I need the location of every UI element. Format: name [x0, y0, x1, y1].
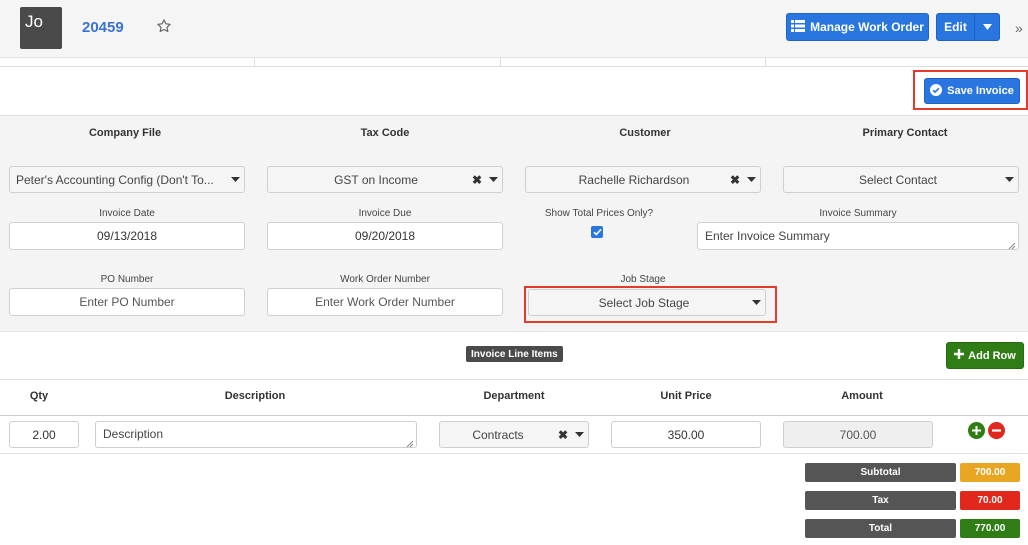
total-value: 770.00 — [960, 519, 1020, 538]
remove-line-button[interactable] — [988, 422, 1005, 439]
add-line-button[interactable] — [968, 422, 985, 439]
tax-code-value: GST on Income — [334, 172, 418, 187]
star-icon[interactable] — [156, 18, 172, 34]
customer-heading: Customer — [619, 127, 671, 139]
invoice-summary-textarea[interactable]: Enter Invoice Summary — [697, 222, 1019, 250]
show-total-prices-label: Show Total Prices Only? — [544, 208, 654, 219]
avatar: Jo — [20, 7, 62, 49]
caret-down-icon — [226, 177, 244, 182]
customer-value: Rachelle Richardson — [578, 172, 690, 187]
subtotal-value: 700.00 — [960, 463, 1020, 482]
show-total-prices-checkbox[interactable] — [591, 226, 603, 238]
caret-down-icon — [742, 177, 760, 182]
invoice-due-input[interactable]: 09/20/2018 — [267, 222, 503, 250]
list-icon — [791, 19, 806, 35]
resize-grip-icon[interactable] — [1008, 239, 1016, 250]
column-header-amount: Amount — [841, 390, 883, 402]
column-header-description: Description — [224, 390, 286, 402]
edit-button-group[interactable]: Edit — [936, 13, 1000, 41]
caret-down-icon — [570, 432, 588, 437]
tax-code-heading: Tax Code — [360, 127, 410, 139]
manage-work-order-button[interactable]: Manage Work Order — [786, 13, 929, 41]
resize-grip-icon[interactable] — [406, 437, 414, 448]
subtotal-label: Subtotal — [805, 463, 956, 482]
column-header-department: Department — [483, 390, 545, 402]
tax-code-select[interactable]: GST on Income ✖ — [267, 166, 503, 193]
primary-contact-heading: Primary Contact — [862, 127, 948, 139]
column-header-qty: Qty — [29, 390, 49, 402]
clear-icon[interactable]: ✖ — [556, 428, 570, 442]
chevron-down-icon[interactable] — [975, 24, 999, 30]
job-stage-highlight — [524, 286, 777, 323]
unit-price-input[interactable]: 350.00 — [611, 421, 761, 448]
work-order-invoice-page: Jo 20459 Manage Work Order Edit » Save I… — [0, 0, 1028, 545]
description-placeholder: Description — [103, 427, 164, 441]
minus-icon — [992, 429, 1001, 432]
clear-icon[interactable]: ✖ — [728, 173, 742, 187]
invoice-summary-label: Invoice Summary — [819, 208, 897, 219]
tab-strip-segment — [255, 58, 501, 67]
invoice-summary-placeholder: Enter Invoice Summary — [705, 229, 830, 243]
qty-input[interactable]: 2.00 — [9, 421, 79, 448]
job-stage-label: Job Stage — [620, 274, 666, 285]
plus-icon — [972, 426, 981, 435]
save-invoice-button[interactable]: Save Invoice — [924, 78, 1020, 104]
amount-value: 700.00 — [783, 421, 933, 448]
invoice-line-items-title: Invoice Line Items — [466, 346, 563, 362]
tab-strip-segment — [0, 58, 255, 67]
clear-icon[interactable]: ✖ — [470, 173, 484, 187]
work-order-number[interactable]: 20459 — [82, 19, 124, 36]
po-number-label: PO Number — [100, 274, 154, 285]
check-circle-icon — [930, 83, 943, 99]
company-file-value: Peter's Accounting Config (Don't To... — [16, 172, 214, 187]
tax-value: 70.00 — [960, 491, 1020, 510]
invoice-due-label: Invoice Due — [358, 208, 412, 219]
add-row-button[interactable]: Add Row — [946, 342, 1024, 369]
add-row-label: Add Row — [968, 349, 1016, 362]
tab-strip-segment — [501, 58, 766, 67]
tax-label: Tax — [805, 491, 956, 510]
caret-down-icon — [1000, 177, 1018, 182]
tab-strip — [0, 58, 1028, 67]
work-order-number-label: Work Order Number — [340, 274, 430, 285]
company-file-select[interactable]: Peter's Accounting Config (Don't To... — [9, 166, 245, 193]
double-chevron-right-icon[interactable]: » — [1015, 20, 1023, 36]
invoice-date-label: Invoice Date — [99, 208, 155, 219]
plus-icon — [954, 349, 965, 362]
department-value: Contracts — [472, 427, 524, 442]
total-label: Total — [805, 519, 956, 538]
caret-down-icon — [484, 177, 502, 182]
po-number-input[interactable]: Enter PO Number — [9, 288, 245, 316]
primary-contact-placeholder: Select Contact — [858, 172, 938, 187]
invoice-date-input[interactable]: 09/13/2018 — [9, 222, 245, 250]
work-order-number-input[interactable]: Enter Work Order Number — [267, 288, 503, 316]
page-header: Jo 20459 Manage Work Order Edit » — [0, 0, 1028, 58]
description-textarea[interactable]: Description — [95, 421, 417, 448]
primary-contact-select[interactable]: Select Contact — [783, 166, 1019, 193]
save-invoice-label: Save Invoice — [947, 85, 1014, 97]
company-file-heading: Company File — [88, 127, 162, 139]
customer-select[interactable]: Rachelle Richardson ✖ — [525, 166, 761, 193]
column-header-unit-price: Unit Price — [660, 390, 712, 402]
edit-button[interactable]: Edit — [937, 14, 975, 40]
department-select[interactable]: Contracts ✖ — [439, 421, 589, 448]
manage-work-order-label: Manage Work Order — [810, 20, 924, 34]
